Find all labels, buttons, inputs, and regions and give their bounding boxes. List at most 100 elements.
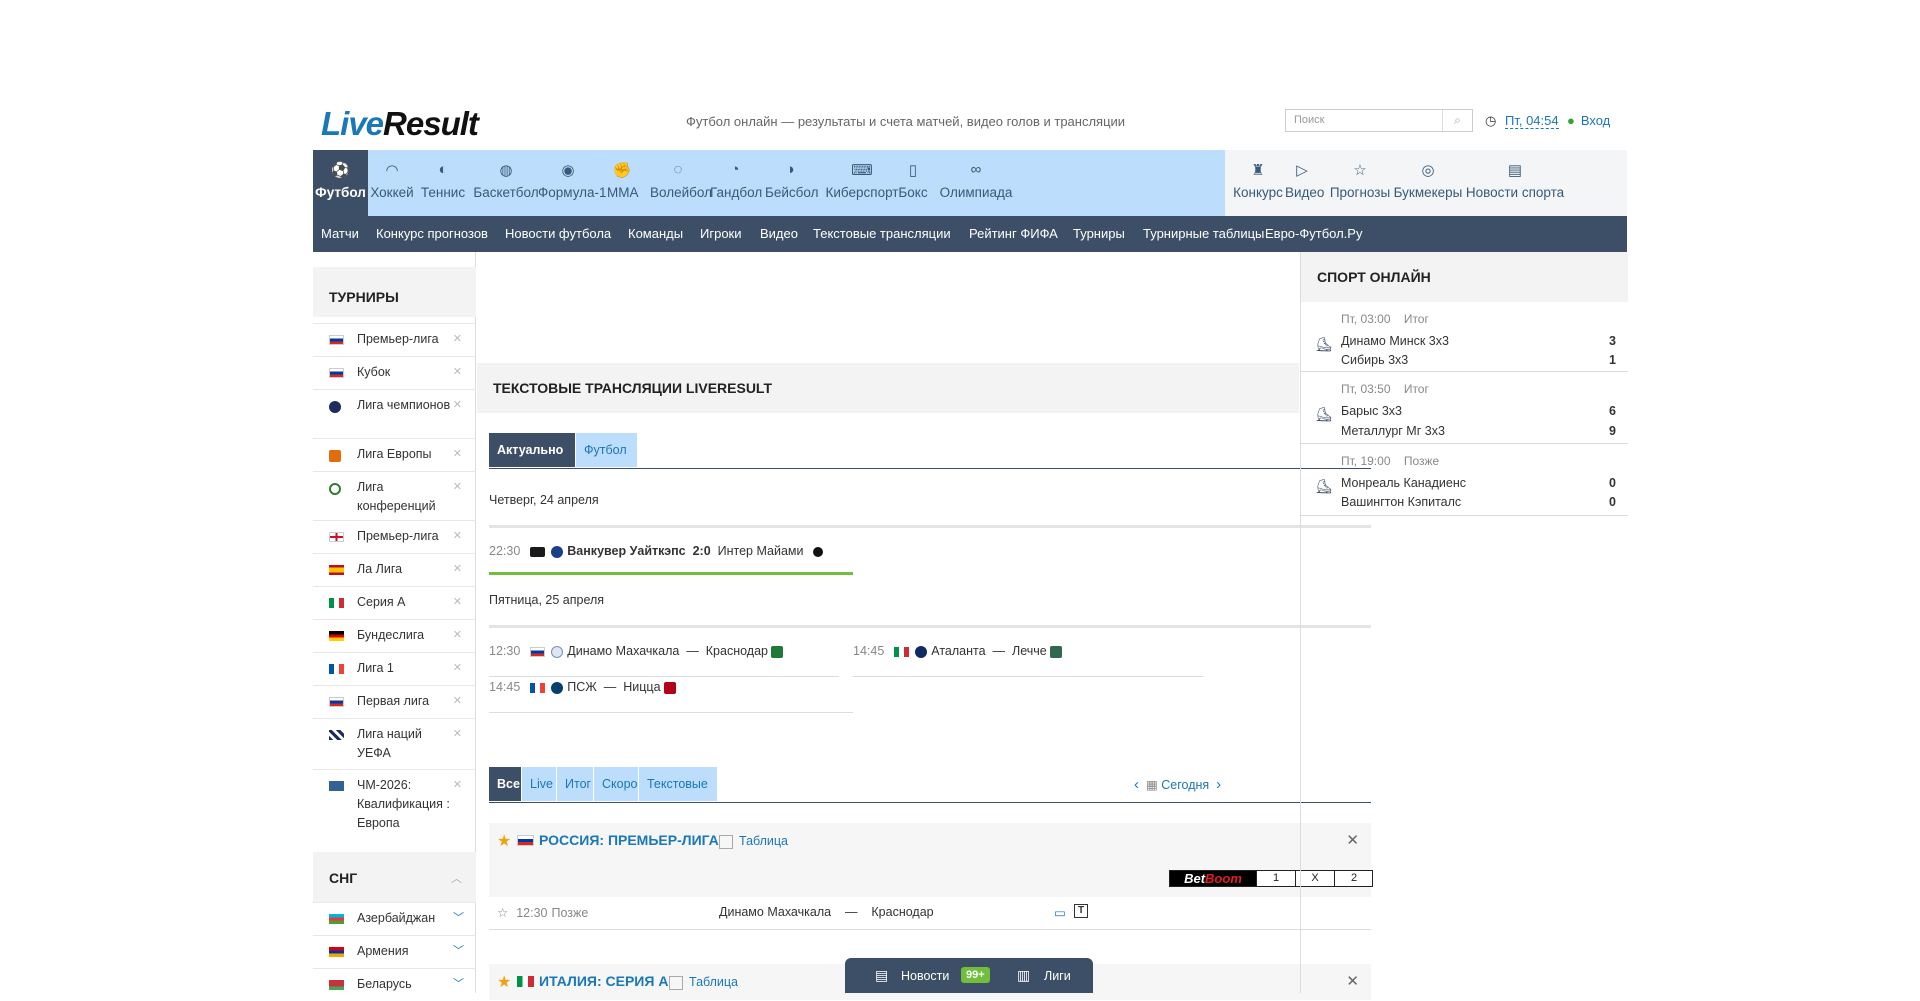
tab-actual[interactable]: Актуально — [489, 433, 575, 467]
tv-icon[interactable]: ▭ — [1054, 905, 1066, 920]
leagues-button[interactable]: Лиги — [1044, 969, 1071, 983]
league-name[interactable]: ИТАЛИЯ: СЕРИЯ А — [539, 973, 668, 989]
subnav-fifa-ranking[interactable]: Рейтинг ФИФА — [969, 226, 1058, 241]
remove-icon[interactable]: ✕ — [453, 692, 462, 711]
sport-tab-football[interactable]: ⚽ Футбол — [313, 150, 368, 216]
remove-icon[interactable]: ✕ — [453, 445, 462, 464]
tournament-item[interactable]: Премьер-лига ✕ — [313, 323, 476, 356]
remove-icon[interactable]: ✕ — [453, 330, 462, 349]
chevron-down-icon[interactable]: ﹀ — [453, 942, 464, 961]
nav-bookmakers[interactable]: ◎ Букмекеры — [1393, 150, 1463, 216]
match-row[interactable]: 14:45 Аталанта — Лечче — [853, 644, 1066, 658]
tournament-item[interactable]: Ла Лига ✕ — [313, 553, 476, 586]
search-input[interactable]: Поиск ⌕ — [1285, 109, 1473, 132]
sport-tab-formula1[interactable]: ◉ Формула-1 — [538, 150, 607, 216]
sport-tab-mma[interactable]: ✊ ММА — [607, 150, 639, 216]
chevron-up-icon[interactable]: ︿ — [451, 870, 462, 886]
remove-icon[interactable]: ✕ — [453, 527, 462, 546]
country-item[interactable]: Армения ﹀ — [313, 935, 476, 968]
betboom-logo[interactable]: BetBoom — [1170, 871, 1256, 886]
sport-tab-esports[interactable]: ⌨ Киберспорт — [824, 150, 900, 216]
country-item[interactable]: Беларусь ﹀ — [313, 968, 476, 1001]
text-broadcast-icon[interactable]: T — [1074, 904, 1088, 918]
cis-heading[interactable]: СНГ ︿ — [313, 852, 476, 902]
site-logo[interactable]: LiveResult — [321, 104, 479, 144]
tournament-item[interactable]: Кубок ✕ — [313, 356, 476, 389]
subnav-euro-football[interactable]: Евро-Футбол.Ру — [1265, 226, 1362, 241]
sport-tab-basketball[interactable]: ◍ Баскетбол — [471, 150, 541, 216]
remove-icon[interactable]: ✕ — [453, 626, 462, 645]
filter-text[interactable]: Текстовые — [639, 767, 717, 801]
sport-tab-boxing[interactable]: ▯ Бокс — [898, 150, 928, 216]
search-icon[interactable]: ⌕ — [1442, 110, 1472, 131]
tournament-item[interactable]: Лига наций УЕФА ✕ — [313, 718, 476, 769]
current-time[interactable]: Пт, 04:54 — [1505, 113, 1559, 129]
chevron-right-icon[interactable]: › — [1216, 776, 1221, 793]
filter-upcoming[interactable]: Скоро — [594, 767, 638, 801]
remove-icon[interactable]: ✕ — [453, 363, 462, 382]
subnav-players[interactable]: Игроки — [700, 226, 742, 241]
chevron-down-icon[interactable]: ﹀ — [453, 975, 464, 994]
league-name[interactable]: РОССИЯ: ПРЕМЬЕР-ЛИГА — [539, 832, 719, 848]
star-icon[interactable]: ★ — [497, 972, 511, 992]
live-game-card[interactable]: Пт, 19:00 Позже ⛸ Монреаль Канадиенс 0 Ва… — [1301, 444, 1628, 516]
chevron-left-icon[interactable]: ‹ — [1134, 776, 1139, 793]
remove-icon[interactable]: ✕ — [453, 396, 462, 415]
sport-tab-baseball[interactable]: ◑ Бейсбол — [765, 150, 818, 216]
remove-icon[interactable]: ✕ — [453, 725, 462, 744]
news-icon[interactable]: ▤ — [875, 967, 888, 984]
remove-icon[interactable]: ✕ — [453, 659, 462, 678]
remove-icon[interactable]: ✕ — [453, 560, 462, 579]
sport-tab-volleyball[interactable]: ◌ Волейбол — [650, 150, 712, 216]
subnav-teams[interactable]: Команды — [628, 226, 683, 241]
match-row[interactable]: 12:30 Динамо Махачкала — Краснодар — [489, 644, 787, 658]
tab-football[interactable]: Футбол — [576, 433, 637, 467]
sport-tab-handball[interactable]: ◔ Гандбол — [710, 150, 762, 216]
subnav-video[interactable]: Видео — [760, 226, 798, 241]
match-row[interactable]: 14:45 ПСЖ — Ницца — [489, 680, 680, 694]
nav-contest[interactable]: ♜ Конкурс — [1231, 150, 1285, 216]
subnav-news[interactable]: Новости футбола — [505, 226, 611, 241]
filter-finished[interactable]: Итог — [557, 767, 593, 801]
subnav-matches[interactable]: Матчи — [321, 226, 359, 241]
tournament-item[interactable]: ЧМ-2026: Квалификация : Европа ✕ — [313, 769, 476, 837]
star-outline-icon[interactable]: ☆ — [497, 906, 508, 920]
trash-icon[interactable]: ▥ — [1017, 967, 1030, 984]
remove-icon[interactable]: ✕ — [453, 776, 462, 795]
sport-tab-olympics[interactable]: ∞ Олимпиада — [934, 150, 1018, 216]
tournament-item[interactable]: Бундеслига ✕ — [313, 619, 476, 652]
live-game-card[interactable]: Пт, 03:50 Итог ⛸ Барыс 3х3 6 Металлург Мг… — [1301, 372, 1628, 444]
sport-tab-hockey[interactable]: ◠ Хоккей — [369, 150, 415, 216]
remove-icon[interactable]: ✕ — [453, 593, 462, 612]
country-item[interactable]: Азербайджан ﹀ — [313, 902, 476, 935]
news-button[interactable]: Новости — [901, 969, 949, 983]
calendar-icon[interactable]: ▦ — [1146, 778, 1158, 792]
nav-video[interactable]: ▷ Видео — [1285, 150, 1324, 216]
login-link[interactable]: ● Вход — [1567, 113, 1610, 128]
tournament-item[interactable]: Первая лига ✕ — [313, 685, 476, 718]
remove-icon[interactable]: ✕ — [453, 478, 462, 497]
tournament-item[interactable]: Лига конференций ✕ — [313, 471, 476, 520]
live-game-card[interactable]: Пт, 03:00 Итог ⛸ Динамо Минск 3х3 3 Сибир… — [1301, 302, 1628, 372]
tournament-item[interactable]: Лига чемпионов ✕ — [313, 389, 476, 438]
subnav-tournaments[interactable]: Турниры — [1073, 226, 1125, 241]
tournament-item[interactable]: Премьер-лига ✕ — [313, 520, 476, 553]
league-match-row[interactable]: ☆ 12:30 Позже Динамо Махачкала — Краснодар… — [497, 904, 1371, 929]
tournament-item[interactable]: Серия А ✕ — [313, 586, 476, 619]
sport-tab-tennis[interactable]: ◐ Теннис — [419, 150, 467, 216]
tournament-item[interactable]: Лига Европы ✕ — [313, 438, 476, 471]
league-table-link[interactable]: Таблица — [719, 834, 788, 849]
filter-all[interactable]: Все — [489, 767, 521, 801]
subnav-text-broadcasts[interactable]: Текстовые трансляции — [813, 226, 951, 241]
nav-predictions[interactable]: ☆ Прогнозы — [1329, 150, 1391, 216]
league-table-link[interactable]: Таблица — [669, 975, 738, 990]
nav-sport-news[interactable]: ▤ Новости спорта — [1465, 150, 1565, 216]
live-match[interactable]: 22:30 Ванкувер Уайткэпс 2:0 Интер Майами — [489, 544, 827, 558]
star-icon[interactable]: ★ — [497, 831, 511, 851]
filter-live[interactable]: Live — [522, 767, 556, 801]
subnav-contest[interactable]: Конкурс прогнозов — [376, 226, 488, 241]
tournament-item[interactable]: Лига 1 ✕ — [313, 652, 476, 685]
subnav-standings[interactable]: Турнирные таблицы — [1143, 226, 1264, 241]
chevron-down-icon[interactable]: ﹀ — [453, 909, 464, 928]
today-button[interactable]: Сегодня — [1161, 778, 1209, 792]
